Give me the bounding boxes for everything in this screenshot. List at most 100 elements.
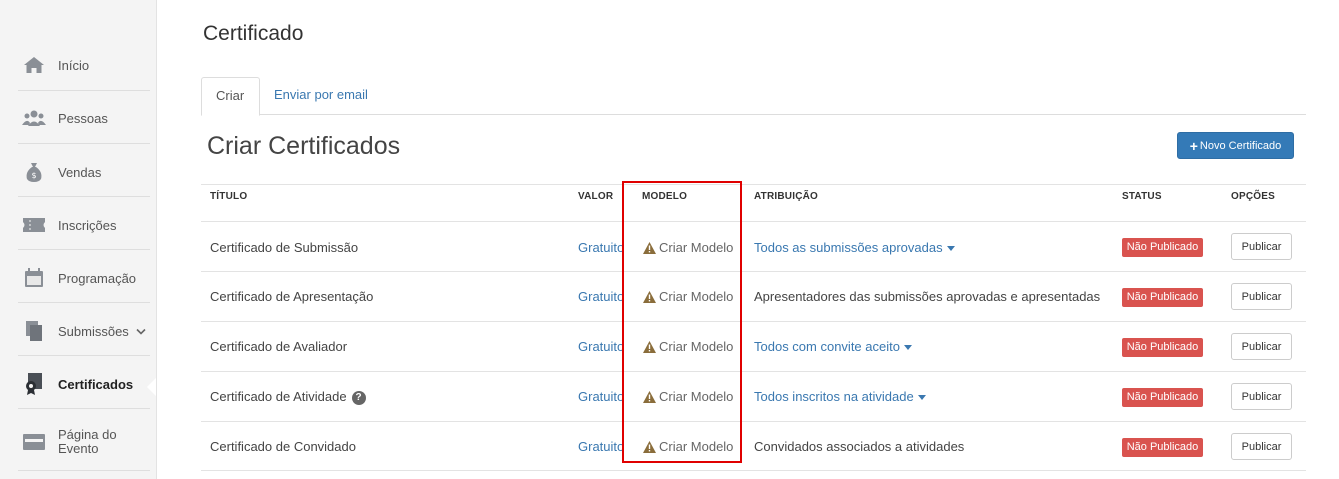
sidebar-item-label-line2: Evento (58, 441, 99, 456)
column-header-opcoes: OPÇÕES (1231, 191, 1275, 202)
sidebar-divider (18, 196, 150, 197)
assignment-text: Convidados associados a atividades (754, 439, 965, 454)
assignment-label: Todos inscritos na atividade (754, 389, 914, 404)
money-bag-icon: $ (22, 161, 46, 183)
tab-enviar-por-email[interactable]: Enviar por email (260, 77, 382, 113)
plus-icon: + (1189, 137, 1198, 154)
warning-icon (643, 290, 656, 303)
sidebar-item-label: Certificados (58, 376, 134, 392)
row-title: Certificado de Avaliador (210, 339, 348, 354)
people-icon (22, 107, 46, 129)
publish-button[interactable]: Publicar (1231, 433, 1292, 460)
row-divider (201, 371, 1306, 372)
sidebar-item-pagina-evento[interactable]: Página do Evento (18, 427, 150, 457)
row-price-link[interactable]: Gratuito (578, 339, 622, 354)
create-template-link[interactable]: Criar Modelo (643, 439, 733, 454)
sidebar-item-certificados[interactable]: Certificados (18, 372, 150, 396)
sidebar: Início Pessoas $ Vendas Inscrições Progr… (0, 0, 157, 479)
warning-icon (643, 440, 656, 453)
create-template-label: Criar Modelo (659, 389, 734, 404)
create-template-link[interactable]: Criar Modelo (643, 339, 733, 354)
row-price-link[interactable]: Gratuito (578, 439, 622, 454)
row-title: Certificado de Apresentação (210, 289, 374, 304)
row-price-link[interactable]: Gratuito (578, 289, 622, 304)
assignment-label: Todos com convite aceito (754, 339, 900, 354)
new-certificate-button[interactable]: + Novo Certificado (1177, 132, 1294, 159)
help-icon[interactable]: ? (351, 390, 366, 405)
row-title: Certificado de Submissão (210, 240, 359, 255)
row-price-link[interactable]: Gratuito (578, 389, 622, 404)
chevron-down-icon[interactable] (136, 324, 146, 339)
table-top-border (201, 184, 1306, 185)
calendar-icon (22, 267, 46, 289)
row-divider (201, 470, 1306, 471)
sidebar-item-label: Pessoas (58, 110, 108, 126)
svg-text:$: $ (31, 171, 36, 180)
tab-bar: Criar Enviar por email (201, 77, 1306, 116)
publish-button[interactable]: Publicar (1231, 233, 1292, 260)
caret-down-icon (903, 345, 912, 351)
row-divider (201, 271, 1306, 272)
column-header-atribuicao: ATRIBUIÇÃO (754, 191, 819, 202)
caret-down-icon (917, 395, 926, 401)
row-divider (201, 421, 1306, 422)
sidebar-divider (18, 355, 150, 356)
assignment-dropdown[interactable]: Todos as submissões aprovadas (754, 240, 955, 255)
sidebar-item-pessoas[interactable]: Pessoas (18, 106, 150, 130)
create-template-label: Criar Modelo (659, 339, 734, 354)
column-header-titulo: TÍTULO (210, 191, 248, 202)
column-header-valor: VALOR (578, 191, 614, 202)
sidebar-item-label: Programação (58, 270, 137, 286)
assignment-dropdown[interactable]: Todos com convite aceito (754, 339, 912, 354)
assignment-dropdown[interactable]: Todos inscritos na atividade (754, 389, 926, 404)
ticket-icon (22, 214, 46, 236)
page-title: Certificado (203, 22, 304, 45)
create-template-link[interactable]: Criar Modelo (643, 289, 733, 304)
sidebar-item-label: Página do Evento (58, 428, 117, 456)
status-badge: Não Publicado (1122, 438, 1203, 457)
row-title-wrap: Certificado de Atividade? (210, 389, 366, 405)
caret-down-icon (946, 246, 955, 252)
home-icon (22, 54, 46, 76)
certificate-icon (22, 373, 46, 395)
status-badge: Não Publicado (1122, 388, 1203, 407)
sidebar-item-label-line1: Página do (58, 427, 117, 442)
sidebar-divider (18, 90, 150, 91)
sidebar-item-label: Início (58, 57, 90, 73)
assignment-label: Todos as submissões aprovadas (754, 240, 943, 255)
tab-criar[interactable]: Criar (201, 77, 260, 116)
row-title: Certificado de Convidado (210, 439, 356, 454)
publish-button[interactable]: Publicar (1231, 383, 1292, 410)
sidebar-item-inicio[interactable]: Início (18, 53, 150, 77)
status-badge: Não Publicado (1122, 288, 1203, 307)
row-divider (201, 321, 1306, 322)
create-template-label: Criar Modelo (659, 240, 734, 255)
warning-icon (643, 340, 656, 353)
sidebar-item-inscricoes[interactable]: Inscrições (18, 213, 150, 237)
documents-icon (22, 320, 46, 342)
publish-button[interactable]: Publicar (1231, 283, 1292, 310)
sidebar-item-vendas[interactable]: $ Vendas (18, 160, 150, 184)
sidebar-item-label: Vendas (58, 164, 102, 180)
sidebar-divider (18, 408, 150, 409)
column-header-modelo: MODELO (642, 191, 688, 202)
status-badge: Não Publicado (1122, 238, 1203, 257)
sidebar-item-label: Submissões (58, 323, 129, 339)
active-indicator (147, 378, 156, 396)
sidebar-divider (18, 143, 150, 144)
status-badge: Não Publicado (1122, 338, 1203, 357)
column-header-status: STATUS (1122, 191, 1162, 202)
section-title: Criar Certificados (207, 132, 401, 160)
sidebar-divider (18, 249, 150, 250)
warning-icon (643, 390, 656, 403)
row-price-link[interactable]: Gratuito (578, 240, 622, 255)
assignment-text: Apresentadores das submissões aprovadas … (754, 289, 1101, 304)
sidebar-item-submissoes[interactable]: Submissões (18, 319, 150, 343)
table-header-divider (201, 221, 1306, 222)
publish-button[interactable]: Publicar (1231, 333, 1292, 360)
create-template-link[interactable]: Criar Modelo (643, 389, 733, 404)
new-certificate-label: Novo Certificado (1199, 139, 1282, 152)
sidebar-item-programacao[interactable]: Programação (18, 266, 150, 290)
create-template-link[interactable]: Criar Modelo (643, 240, 733, 255)
create-template-label: Criar Modelo (659, 289, 734, 304)
